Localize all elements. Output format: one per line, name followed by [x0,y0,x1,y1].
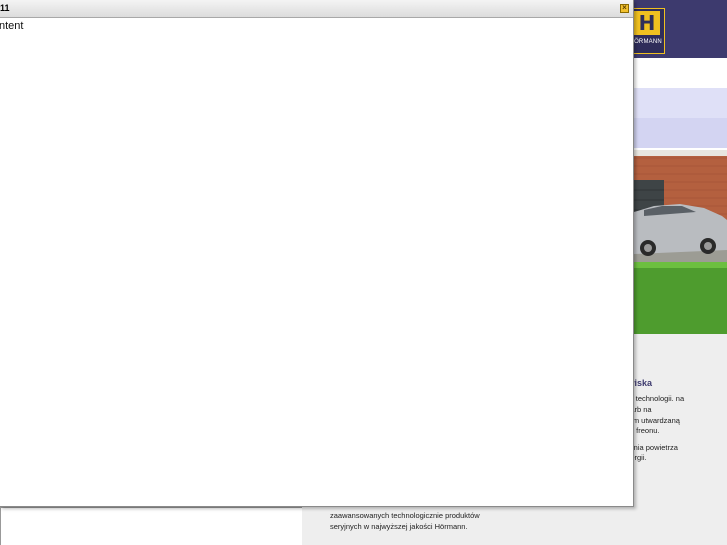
body-text-line: seryjnych w najwyższej jakości Hörmann. [330,522,468,531]
logo-letter: H [634,11,660,35]
nav-bar [634,58,727,73]
close-icon: × [622,3,627,12]
menu-band-1 [634,88,727,118]
popup-titlebar[interactable]: 11 × [0,0,633,18]
hormann-logo[interactable]: H ÖRMANN [631,8,665,54]
popup-content-text: ntent [0,20,24,32]
garage-car-photo [634,150,727,334]
sub-nav-bar [634,72,727,89]
close-button[interactable]: × [620,3,629,13]
logo-text: ÖRMANN [634,39,662,45]
popup-window: 11 × ntent [0,0,634,507]
menu-band-2 [634,118,727,148]
popup-title: 11 [0,3,10,13]
body-text-line: zaawansowanych technologicznie produktów [330,511,480,520]
left-panel [0,507,302,545]
